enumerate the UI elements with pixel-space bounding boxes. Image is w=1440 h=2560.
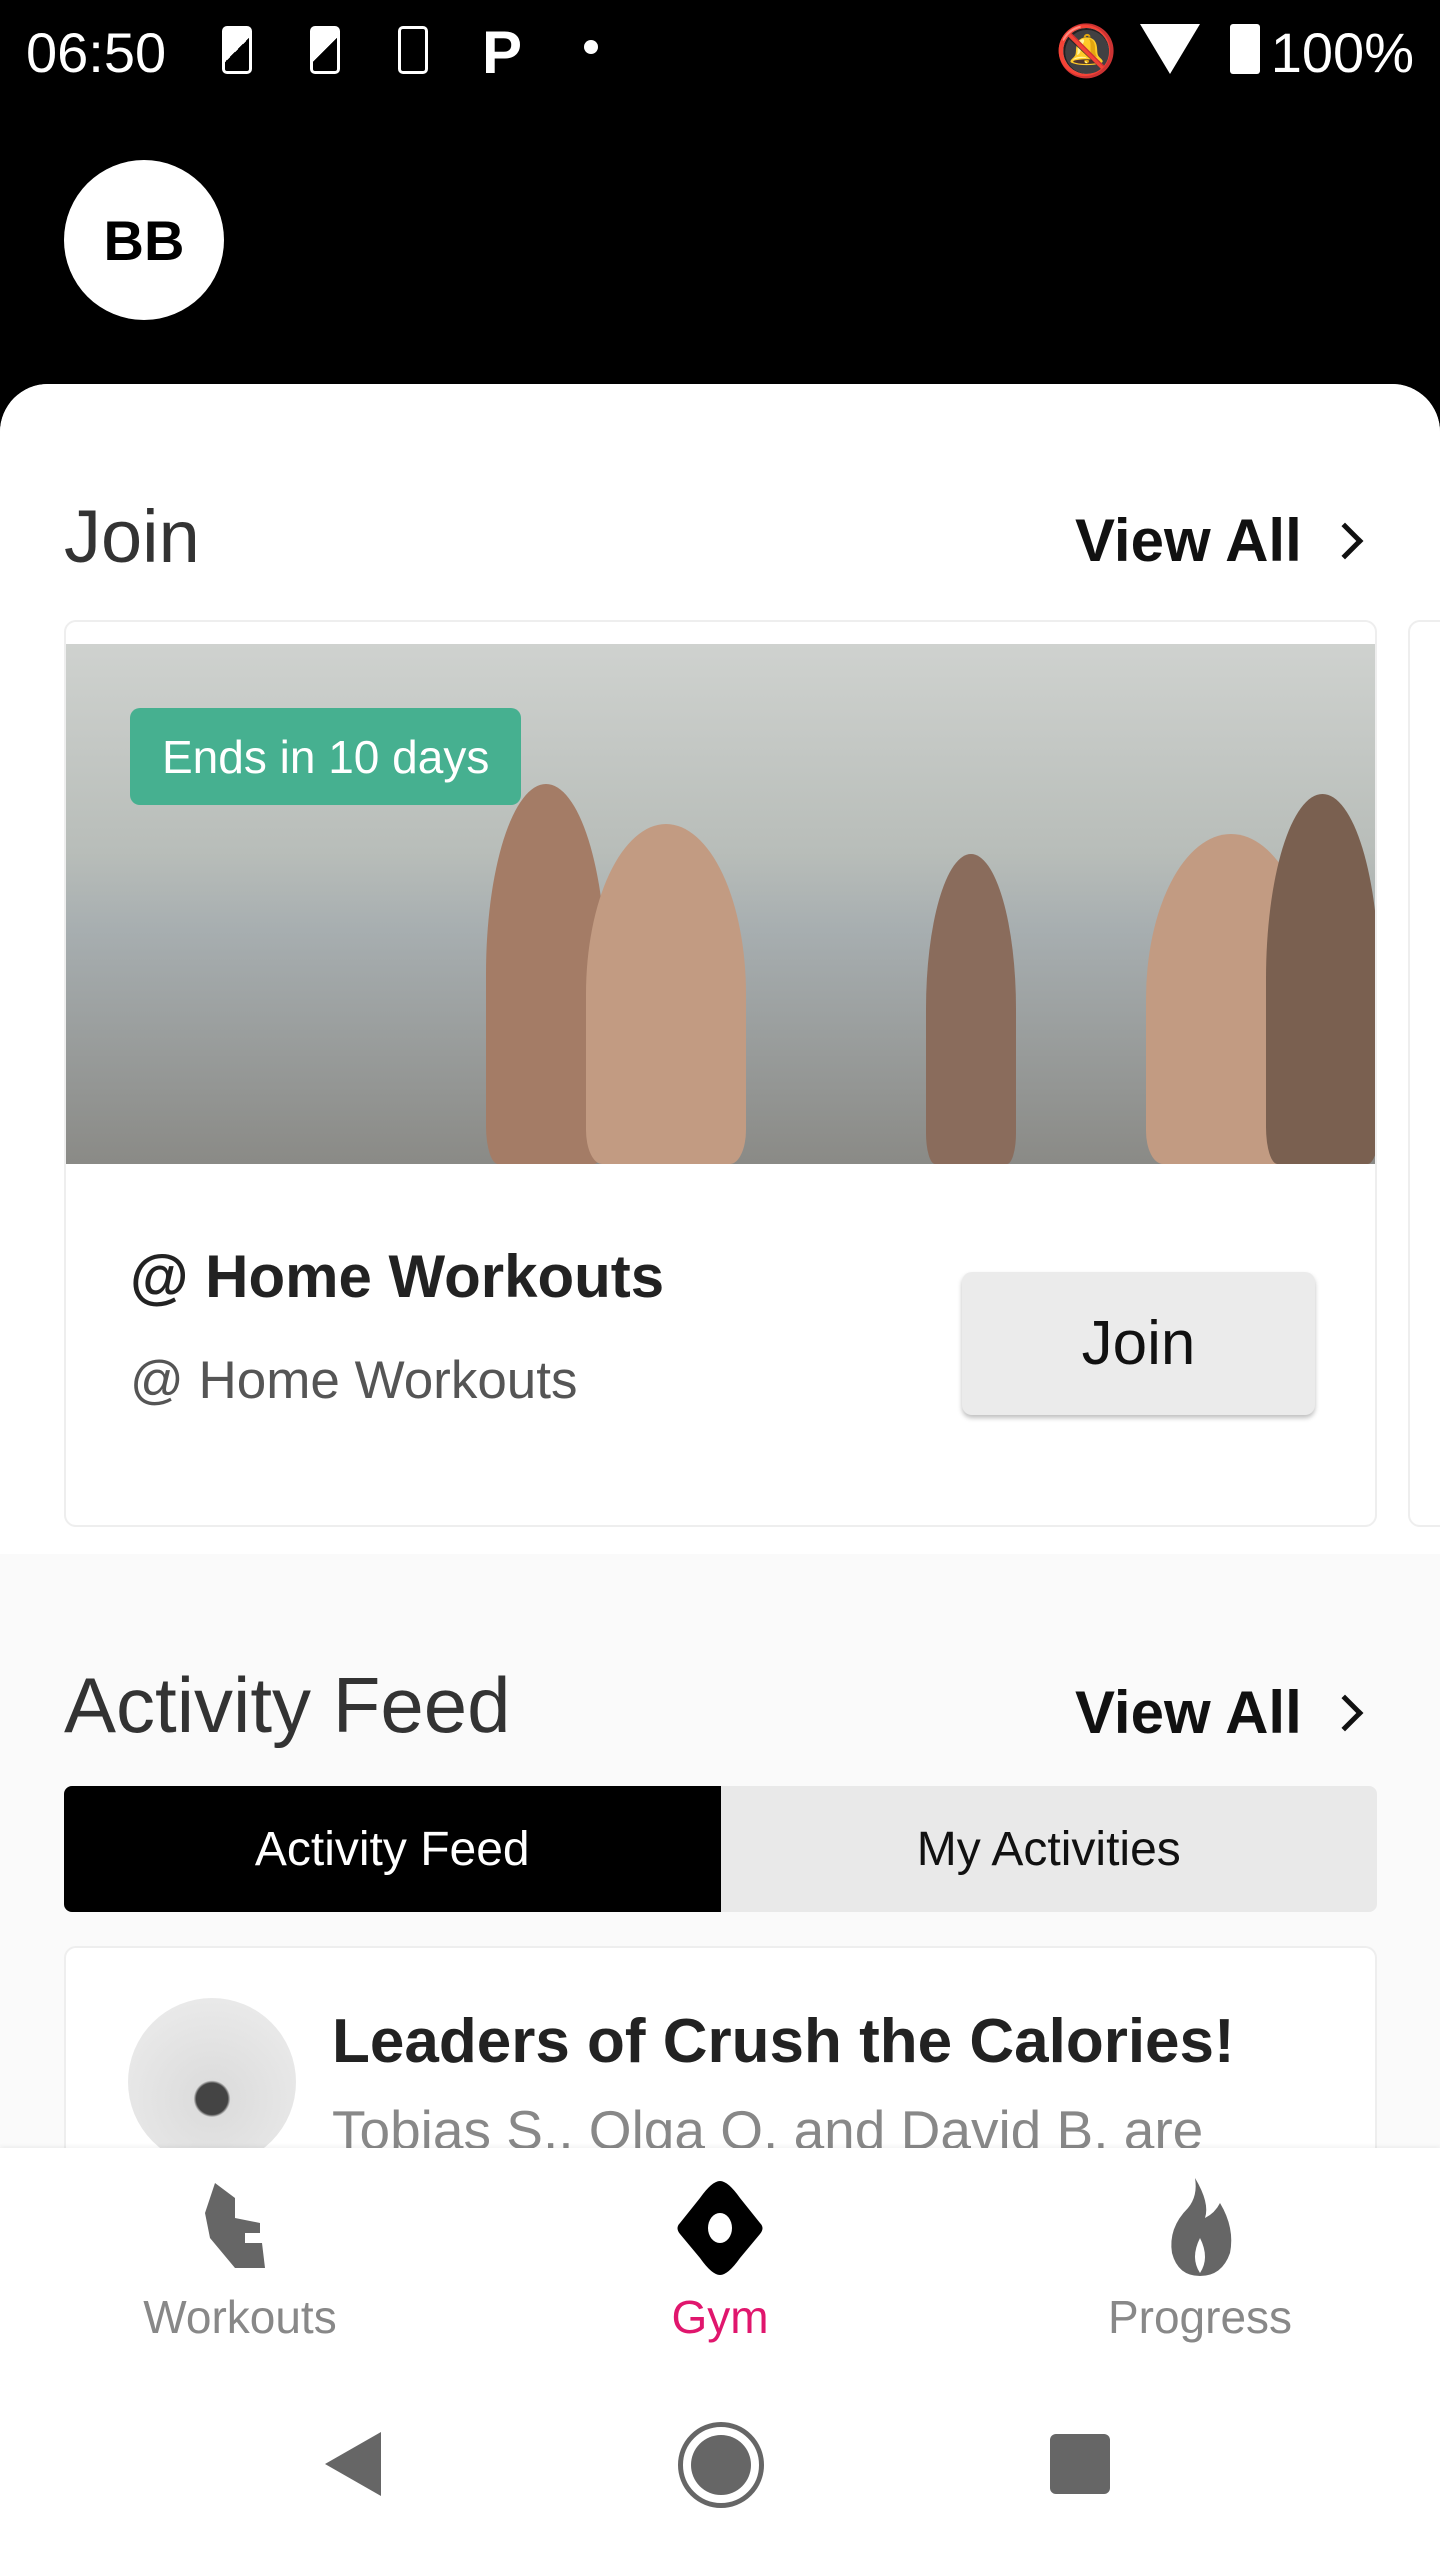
flame-icon bbox=[1150, 2178, 1250, 2278]
recents-icon[interactable] bbox=[1050, 2434, 1110, 2494]
feed-item-title: Leaders of Crush the Calories! bbox=[332, 2007, 1235, 2076]
tab-activity-feed[interactable]: Activity Feed bbox=[64, 1786, 721, 1912]
join-title: Join bbox=[64, 495, 200, 578]
sim-icon bbox=[222, 26, 252, 74]
nav-label: Gym bbox=[671, 2291, 769, 2343]
status-bar: 06:50 P 🔕 100% bbox=[0, 0, 1440, 100]
home-icon[interactable] bbox=[678, 2422, 764, 2508]
bell-off-icon: 🔕 bbox=[1055, 23, 1118, 79]
join-button[interactable]: Join bbox=[962, 1272, 1315, 1415]
nav-workouts[interactable]: Workouts bbox=[90, 2178, 390, 2344]
nav-gym[interactable]: Gym bbox=[570, 2178, 870, 2344]
chevron-right-icon bbox=[1326, 522, 1364, 559]
bottom-nav: Workouts Gym Progress bbox=[0, 2148, 1440, 2560]
view-all-label: View All bbox=[1075, 507, 1302, 574]
tab-my-activities[interactable]: My Activities bbox=[720, 1786, 1377, 1912]
avatar[interactable]: BB bbox=[64, 160, 224, 320]
parking-icon: P bbox=[482, 19, 523, 86]
dot-icon bbox=[584, 40, 598, 54]
shoe-icon bbox=[190, 2178, 290, 2278]
feed-tabs: Activity Feed My Activities bbox=[64, 1786, 1377, 1912]
gym-icon bbox=[670, 2178, 770, 2278]
challenge-image: Ends in 10 days bbox=[66, 644, 1375, 1164]
nav-progress[interactable]: Progress bbox=[1050, 2178, 1350, 2344]
chevron-right-icon bbox=[1326, 1694, 1364, 1731]
back-icon[interactable] bbox=[325, 2432, 381, 2496]
sim-icon bbox=[310, 26, 340, 74]
nav-label: Workouts bbox=[143, 2291, 337, 2343]
challenge-card[interactable]: Ends in 10 days @ Home Workouts @ Home W… bbox=[64, 620, 1377, 1527]
activity-feed-title: Activity Feed bbox=[64, 1661, 511, 1749]
battery-percent: 100% bbox=[1270, 21, 1414, 84]
activity-view-all-link[interactable]: View All bbox=[1075, 1678, 1364, 1747]
join-view-all-link[interactable]: View All bbox=[1075, 506, 1364, 575]
challenge-subtitle: @ Home Workouts bbox=[130, 1351, 578, 1410]
feed-item-image bbox=[128, 1998, 296, 2166]
wifi-icon bbox=[1140, 24, 1200, 74]
battery-icon bbox=[1230, 24, 1260, 74]
task-icon bbox=[398, 26, 428, 74]
view-all-label: View All bbox=[1075, 1679, 1302, 1746]
challenge-title: @ Home Workouts bbox=[130, 1243, 665, 1310]
status-time: 06:50 bbox=[26, 21, 167, 84]
nav-label: Progress bbox=[1107, 2291, 1293, 2343]
join-section: Join View All Ends in 10 days @ Home Wor… bbox=[0, 384, 1440, 1554]
ends-in-badge: Ends in 10 days bbox=[130, 708, 522, 805]
next-challenge-card[interactable] bbox=[1408, 620, 1440, 1527]
